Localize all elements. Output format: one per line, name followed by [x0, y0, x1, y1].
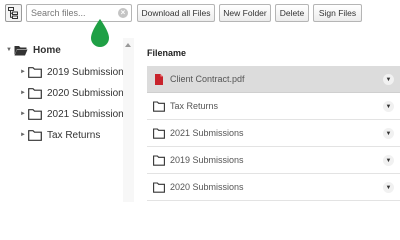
clear-search-icon[interactable]: × [118, 8, 128, 18]
file-row[interactable]: 2019 Submissions ▼ [147, 147, 400, 174]
new-folder-button[interactable]: New Folder [219, 4, 271, 22]
tree-label: 2019 Submissions [47, 66, 129, 78]
sign-files-button[interactable]: Sign Files [313, 4, 362, 22]
expand-caret-icon[interactable]: ► [20, 90, 28, 96]
delete-button[interactable]: Delete [275, 4, 309, 22]
folder-icon [28, 129, 42, 141]
file-row[interactable]: Client Contract.pdf ▼ [147, 66, 400, 93]
file-list: Filename Client Contract.pdf ▼ Tax Retur… [134, 38, 400, 202]
row-actions-chevron-icon[interactable]: ▼ [383, 182, 394, 193]
tree-view-toggle-button[interactable] [5, 4, 22, 22]
folder-icon [28, 108, 42, 120]
expand-caret-icon[interactable]: ► [20, 111, 28, 117]
expand-caret-icon[interactable]: ► [20, 132, 28, 138]
file-name: Client Contract.pdf [170, 74, 245, 84]
file-row[interactable]: 2020 Submissions ▼ [147, 174, 400, 201]
tree-node-2020-submissions[interactable]: ► 2020 Submissions [20, 86, 129, 100]
tree-structure-icon [8, 7, 18, 19]
tree-node-2019-submissions[interactable]: ► 2019 Submissions [20, 65, 129, 79]
row-actions-chevron-icon[interactable]: ▼ [383, 155, 394, 166]
folder-icon [28, 87, 42, 99]
expand-caret-icon[interactable]: ▼ [6, 47, 14, 53]
folder-icon [153, 181, 165, 193]
expand-caret-icon[interactable]: ► [20, 69, 28, 75]
scroll-up-arrow-icon[interactable] [125, 43, 131, 47]
tree-node-tax-returns[interactable]: ► Tax Returns [20, 128, 100, 142]
tree-label-home: Home [33, 44, 61, 56]
tree-node-2021-submissions[interactable]: ► 2021 Submissions [20, 107, 129, 121]
file-row[interactable]: 2021 Submissions ▼ [147, 120, 400, 147]
folder-tree: ▼ Home ► 2019 Submissions ► 2020 Submiss… [0, 30, 134, 202]
file-name: 2019 Submissions [170, 155, 244, 165]
tree-node-home[interactable]: ▼ Home [6, 43, 61, 57]
folder-icon [153, 127, 165, 139]
toolbar: × Download all Files New Folder Delete S… [0, 0, 400, 30]
folder-icon [153, 100, 165, 112]
row-actions-chevron-icon[interactable]: ▼ [383, 101, 394, 112]
tree-label: 2021 Submissions [47, 108, 129, 120]
folder-icon [28, 66, 42, 78]
row-actions-chevron-icon[interactable]: ▼ [383, 128, 394, 139]
file-row[interactable]: Tax Returns ▼ [147, 93, 400, 120]
file-name: Tax Returns [170, 101, 219, 111]
download-all-files-button[interactable]: Download all Files [137, 4, 215, 22]
folder-icon [153, 154, 165, 166]
filename-column-header[interactable]: Filename [147, 48, 186, 58]
tree-label: Tax Returns [47, 129, 101, 141]
pdf-file-icon [155, 73, 163, 85]
row-actions-chevron-icon[interactable]: ▼ [383, 74, 394, 85]
tree-label: 2020 Submissions [47, 87, 129, 99]
open-folder-icon [14, 45, 28, 55]
tree-scrollbar[interactable] [123, 38, 134, 202]
file-name: 2020 Submissions [170, 182, 244, 192]
file-name: 2021 Submissions [170, 128, 244, 138]
search-box: × [26, 4, 132, 22]
